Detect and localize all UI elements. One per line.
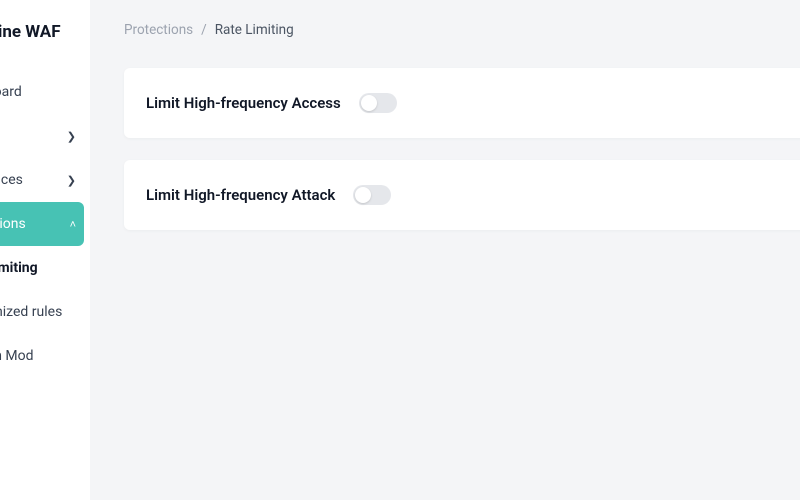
breadcrumb-separator: / <box>201 22 207 38</box>
sidebar-item-label: IP Services <box>0 172 23 188</box>
nav: Dashboard Sites ❯ IP Services ❯ Protecti… <box>0 70 90 378</box>
brand-title: SafeLine WAF <box>0 18 90 70</box>
sidebar-subitem-customized-rules[interactable]: Customized rules <box>0 290 90 334</box>
toggle-knob <box>355 187 371 203</box>
chevron-right-icon: ❯ <box>67 130 76 143</box>
toggle-limit-attack[interactable] <box>353 185 391 205</box>
protections-submenu: Rate Limiting Customized rules Captain M… <box>0 246 90 378</box>
chevron-up-icon: ˄ <box>70 218 76 231</box>
breadcrumb-current: Rate Limiting <box>215 22 294 38</box>
toggle-limit-access[interactable] <box>359 93 397 113</box>
sidebar-subitem-captain-mod[interactable]: Captain Mod <box>0 334 90 378</box>
sidebar-item-dashboard[interactable]: Dashboard <box>0 70 90 114</box>
breadcrumb-parent[interactable]: Protections <box>124 22 193 38</box>
sidebar: SafeLine WAF Dashboard Sites ❯ IP Servic… <box>0 0 90 500</box>
toggle-knob <box>361 95 377 111</box>
sidebar-subitem-rate-limiting[interactable]: Rate Limiting <box>0 246 90 290</box>
card-title: Limit High-frequency Attack <box>146 186 335 204</box>
sidebar-item-ip-services[interactable]: IP Services ❯ <box>0 158 90 202</box>
chevron-right-icon: ❯ <box>67 174 76 187</box>
sidebar-item-protections[interactable]: Protections ˄ <box>0 202 84 246</box>
sidebar-item-label: Protections <box>0 216 26 232</box>
sidebar-item-label: Captain Mod <box>0 348 34 364</box>
card-title: Limit High-frequency Access <box>146 94 341 112</box>
sidebar-item-sites[interactable]: Sites ❯ <box>0 114 90 158</box>
main-content: Protections / Rate Limiting Limit High-f… <box>90 0 800 500</box>
card-limit-access: Limit High-frequency Access <box>124 68 800 138</box>
sidebar-item-label: Dashboard <box>0 84 22 100</box>
card-limit-attack: Limit High-frequency Attack <box>124 160 800 230</box>
breadcrumb: Protections / Rate Limiting <box>124 22 800 68</box>
sidebar-item-label: Rate Limiting <box>0 260 38 276</box>
sidebar-item-label: Customized rules <box>0 304 62 320</box>
